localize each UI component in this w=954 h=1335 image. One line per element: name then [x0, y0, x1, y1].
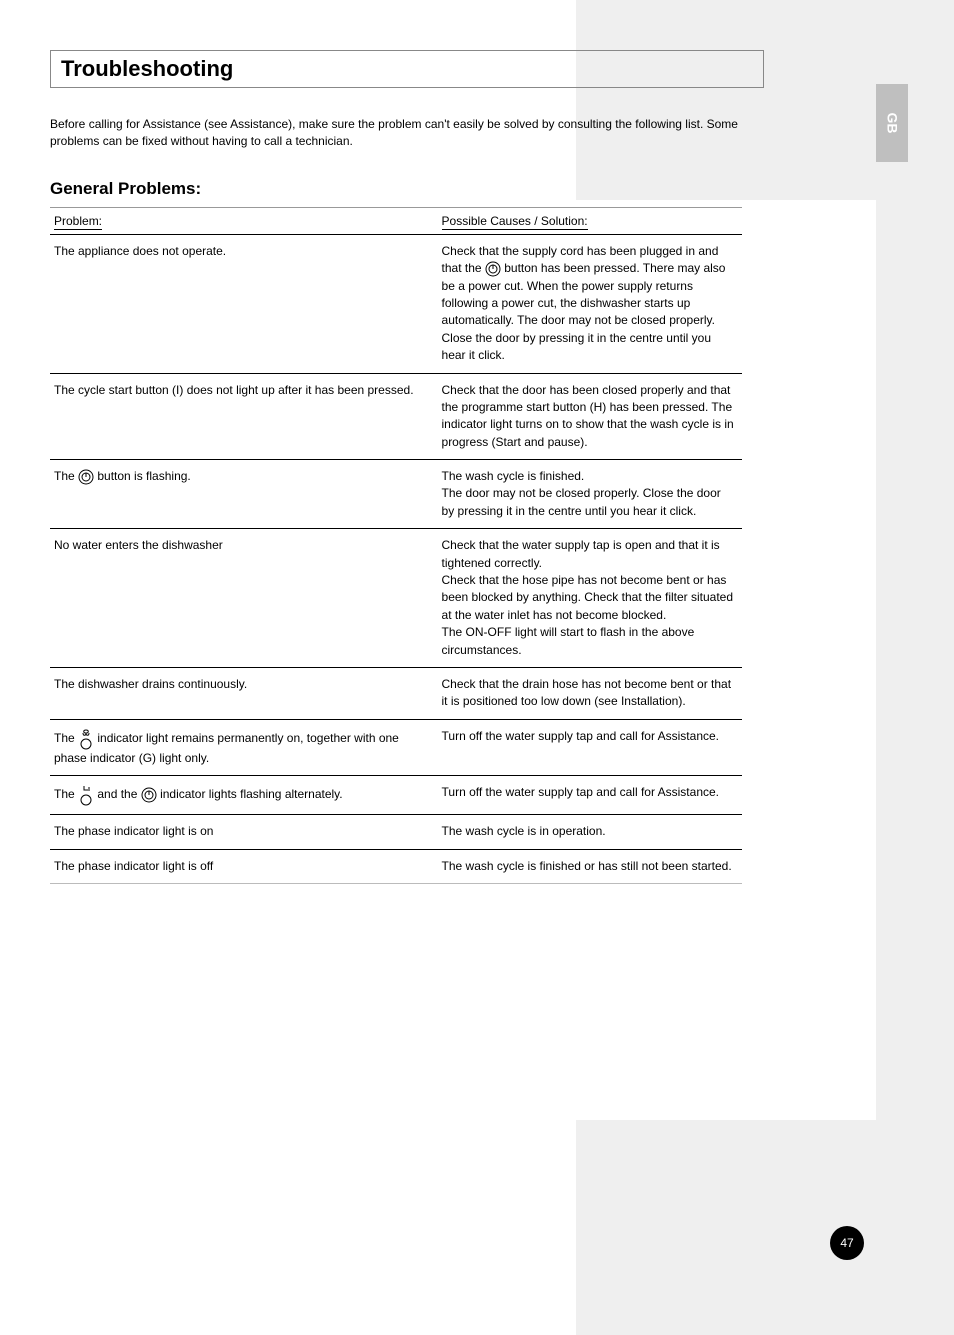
troubleshooting-table: Problem: Possible Causes / Solution: The… — [50, 207, 742, 884]
language-tab: GB — [876, 84, 908, 162]
tap-indicator-icon — [78, 784, 94, 806]
table-row: The phase indicator light is off The was… — [50, 849, 742, 883]
problem-cell: The button is flashing. — [50, 460, 438, 529]
solution-cell: The wash cycle is finished. The door may… — [438, 460, 742, 529]
solution-cell: Turn off the water supply tap and call f… — [438, 776, 742, 815]
problem-cell: The appliance does not operate. — [50, 234, 438, 373]
table-row: The dishwasher drains continuously. Chec… — [50, 667, 742, 719]
solution-cell: Check that the door has been closed prop… — [438, 373, 742, 460]
table-row: The phase indicator light is on The wash… — [50, 815, 742, 849]
power-icon — [485, 261, 501, 277]
header-problem: Problem: — [50, 207, 438, 234]
table-row: No water enters the dishwasher Check tha… — [50, 529, 742, 668]
intro-paragraph: Before calling for Assistance (see Assis… — [50, 116, 746, 151]
problem-cell: The and the — [50, 776, 438, 815]
problem-cell: The phase indicator light is off — [50, 849, 438, 883]
page-content: Troubleshooting Before calling for Assis… — [50, 50, 746, 884]
decorative-grey-block-bottom — [576, 1120, 876, 1335]
table-header-row: Problem: Possible Causes / Solution: — [50, 207, 742, 234]
problem-cell: The cycle start button (I) does not ligh… — [50, 373, 438, 460]
section-heading: General Problems: — [50, 179, 746, 199]
table-row: The appliance does not operate. Check th… — [50, 234, 742, 373]
problem-cell: The indicator light remains permanently … — [50, 719, 438, 775]
page-title-box: Troubleshooting — [50, 50, 764, 88]
solution-cell: Check that the water supply tap is open … — [438, 529, 742, 668]
decorative-grey-strip — [876, 0, 954, 1335]
solution-cell: Check that the supply cord has been plug… — [438, 234, 742, 373]
table-row: The cycle start button (I) does not ligh… — [50, 373, 742, 460]
solution-cell: The wash cycle is finished or has still … — [438, 849, 742, 883]
table-row: The and the — [50, 776, 742, 815]
fan-indicator-icon — [78, 728, 94, 750]
table-row: The indicator light remains permanently … — [50, 719, 742, 775]
solution-cell: Check that the drain hose has not become… — [438, 667, 742, 719]
power-icon — [78, 469, 94, 485]
header-solution: Possible Causes / Solution: — [438, 207, 742, 234]
solution-cell: Turn off the water supply tap and call f… — [438, 719, 742, 775]
solution-cell: The wash cycle is in operation. — [438, 815, 742, 849]
problem-cell: The phase indicator light is on — [50, 815, 438, 849]
language-tab-label: GB — [884, 113, 900, 134]
power-icon — [141, 787, 157, 803]
table-row: The button is flashing. The wash cycle i… — [50, 460, 742, 529]
page-number: 47 — [830, 1226, 864, 1260]
problem-cell: No water enters the dishwasher — [50, 529, 438, 668]
problem-cell: The dishwasher drains continuously. — [50, 667, 438, 719]
page-title: Troubleshooting — [61, 56, 233, 82]
